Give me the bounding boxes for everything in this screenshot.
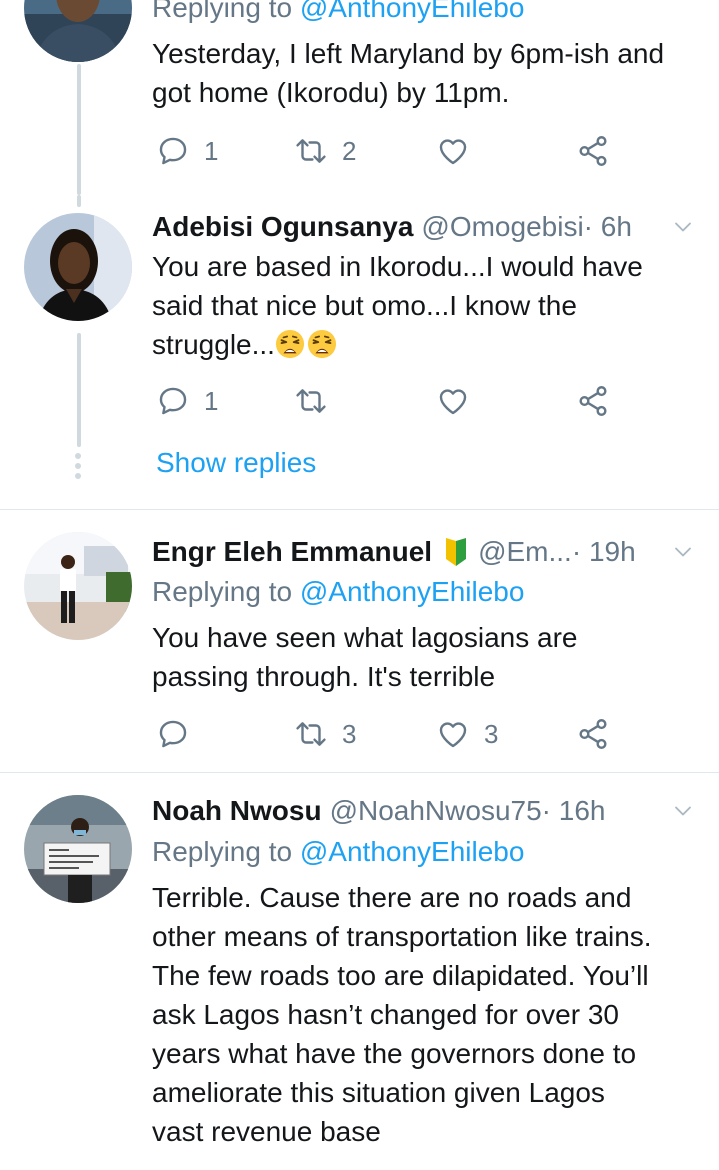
replying-to: Replying to @AnthonyEhilebo: [152, 836, 525, 867]
mention-link[interactable]: @AnthonyEhilebo: [300, 836, 525, 867]
share-icon: [576, 384, 610, 418]
retweet-button[interactable]: [294, 379, 328, 423]
tweet-4[interactable]: Noah Nwosu @NoahNwosu75 · 16h Replying t…: [0, 773, 719, 1170]
weary-face-icon: [307, 329, 337, 359]
user-handle[interactable]: @NoahNwosu75: [330, 795, 542, 827]
like-count: 3: [484, 718, 499, 749]
share-button[interactable]: [576, 129, 610, 173]
share-icon: [576, 717, 610, 751]
heart-icon: [436, 717, 470, 751]
reply-icon: [156, 384, 190, 418]
reply-button[interactable]: [156, 712, 190, 756]
avatar[interactable]: [24, 532, 132, 640]
share-icon: [576, 134, 610, 168]
heart-icon: [436, 384, 470, 418]
weary-face-icon: [275, 329, 305, 359]
tweet-text: You are based in Ikorodu...I would have …: [152, 251, 643, 360]
thread-line: [77, 64, 81, 195]
thread-line: [77, 195, 81, 207]
share-button[interactable]: [576, 379, 610, 423]
timestamp: · 19h: [571, 536, 636, 567]
reply-count: 1: [204, 385, 219, 416]
retweet-icon: [294, 384, 328, 418]
retweet-count: 3: [342, 718, 357, 749]
tweet-actions: 3 3: [152, 712, 632, 756]
display-name[interactable]: Adebisi Ogunsanya: [152, 211, 413, 243]
tweet-1[interactable]: Replying to @AnthonyEhilebo Yesterday, I…: [0, 0, 719, 195]
like-button[interactable]: [436, 379, 470, 423]
reply-button[interactable]: 1: [156, 129, 218, 173]
retweet-icon: [294, 717, 328, 751]
chevron-down-icon[interactable]: [671, 540, 695, 564]
show-replies-link[interactable]: Show replies: [156, 447, 316, 479]
avatar[interactable]: [24, 213, 132, 321]
user-handle[interactable]: @Omogebisi: [421, 211, 583, 243]
user-handle[interactable]: @Em...: [478, 536, 572, 568]
avatar[interactable]: [24, 0, 132, 62]
mention-link[interactable]: @AnthonyEhilebo: [300, 576, 525, 607]
tweet-actions: 1: [152, 379, 632, 423]
tweet-text: Yesterday, I left Maryland by 6pm-ish an…: [152, 38, 665, 108]
replying-to: Replying to @AnthonyEhilebo: [152, 0, 524, 24]
tweet-2[interactable]: Adebisi Ogunsanya @Omogebisi · 6h You ar…: [0, 195, 719, 508]
display-name[interactable]: Engr Eleh Emmanuel: [152, 536, 432, 568]
timestamp: · 6h: [583, 211, 632, 242]
chevron-down-icon[interactable]: [671, 799, 695, 823]
retweet-count: 2: [342, 135, 357, 166]
thread-line: [77, 333, 81, 447]
tweet-header: Adebisi Ogunsanya @Omogebisi · 6h: [152, 207, 699, 247]
replying-to: Replying to @AnthonyEhilebo: [152, 576, 525, 607]
like-button[interactable]: 3: [436, 712, 498, 756]
tweet-text: You have seen what lagosians are passing…: [152, 622, 578, 692]
display-name[interactable]: Noah Nwosu: [152, 795, 322, 827]
reply-icon: [156, 717, 190, 751]
reply-icon: [156, 134, 190, 168]
retweet-button[interactable]: 2: [294, 129, 356, 173]
thread-dots: [75, 453, 81, 483]
chevron-down-icon[interactable]: [671, 215, 695, 239]
tweet-text: Terrible. Cause there are no roads and o…: [152, 882, 652, 1147]
heart-icon: [436, 134, 470, 168]
like-button[interactable]: [436, 129, 470, 173]
mention-link[interactable]: @AnthonyEhilebo: [300, 0, 525, 23]
share-button[interactable]: [576, 712, 610, 756]
avatar[interactable]: [24, 795, 132, 903]
retweet-icon: [294, 134, 328, 168]
reply-button[interactable]: 1: [156, 379, 218, 423]
timestamp: · 16h: [541, 795, 606, 826]
tweet-header: Engr Eleh Emmanuel @Em... · 19h: [152, 532, 699, 572]
tweet-3[interactable]: Engr Eleh Emmanuel @Em... · 19h Replying…: [0, 510, 719, 772]
tweet-header: Noah Nwosu @NoahNwosu75 · 16h: [152, 791, 699, 831]
retweet-button[interactable]: 3: [294, 712, 356, 756]
beginner-badge-icon: [446, 538, 467, 566]
tweet-actions: 1 2: [152, 129, 632, 173]
reply-count: 1: [204, 135, 219, 166]
